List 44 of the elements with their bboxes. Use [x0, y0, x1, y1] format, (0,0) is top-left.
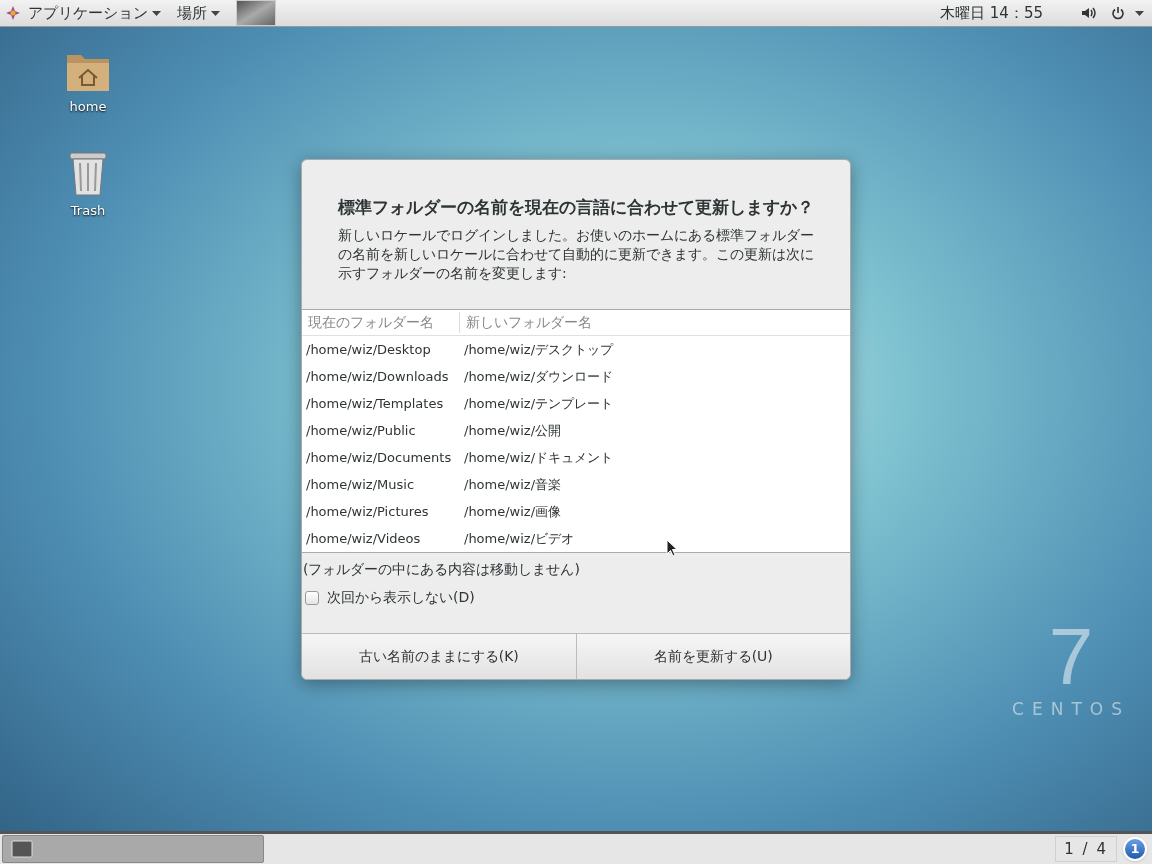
caret-icon: [152, 10, 161, 16]
branding-name: CENTOS: [1012, 698, 1130, 721]
clock[interactable]: 木曜日 14：55: [940, 1, 1043, 25]
volume-icon[interactable]: [1081, 6, 1097, 20]
table-cell-text: /home/wiz/Documents: [305, 448, 453, 467]
places-menu[interactable]: 場所: [169, 0, 228, 26]
table-cell-text: /home/wiz/Pictures: [305, 502, 430, 521]
note-text: (フォルダーの中にある内容は移動しません): [302, 560, 581, 579]
table-cell-text: /home/wiz/Videos: [305, 529, 422, 548]
logo-icon: [6, 6, 20, 20]
dialog-button[interactable]: 古い名前のままにする(K): [302, 634, 577, 679]
column-header[interactable]: 新しいフォルダー名: [460, 312, 598, 333]
caret-icon: [211, 10, 220, 16]
taskbar-button[interactable]: [2, 835, 264, 863]
table-cell-text: /home/wiz/Downloads: [305, 367, 450, 386]
table-cell-text: /home/wiz/音楽: [463, 475, 562, 494]
table-cell-text: /home/wiz/ダウンロード: [463, 367, 614, 386]
window-thumbnail[interactable]: [236, 0, 276, 26]
dialog-button[interactable]: 名前を更新する(U): [576, 634, 850, 679]
table-cell-text: /home/wiz/ドキュメント: [463, 448, 614, 467]
table-cell-text: /home/wiz/Public: [305, 421, 417, 440]
table-cell-text: /home/wiz/Templates: [305, 394, 445, 413]
table-cell-text: /home/wiz/ビデオ: [463, 529, 575, 548]
desktop-icon-label[interactable]: Trash: [70, 201, 106, 221]
checkbox-label: 次回から表示しない(D): [327, 588, 475, 607]
applications-menu[interactable]: アプリケーション: [0, 0, 169, 26]
table-cell-text: /home/wiz/デスクトップ: [463, 340, 614, 359]
workspace-switcher[interactable]: 1 / 4: [1055, 836, 1117, 862]
table-cell-text: /home/wiz/Music: [305, 475, 416, 494]
dialog-title: 標準フォルダーの名前を現在の言語に合わせて更新しますか？: [337, 196, 815, 219]
branding-number: 7: [1048, 617, 1094, 697]
window-icon: [11, 840, 33, 858]
trash-icon[interactable]: [68, 151, 108, 197]
power-icon[interactable]: [1111, 6, 1125, 20]
table-cell-text: /home/wiz/テンプレート: [463, 394, 614, 413]
column-header[interactable]: 現在のフォルダー名: [302, 312, 460, 333]
checkbox[interactable]: [305, 590, 319, 605]
caret-icon: [1135, 10, 1144, 16]
desktop-icon-label[interactable]: home: [69, 97, 107, 117]
notification-badge[interactable]: 1: [1123, 837, 1147, 861]
dialog-message: 新しいロケールでログインしました。お使いのホームにある標準フォルダーの名前を新しいロケールに合わせて自動的に更新できます。この更新は次に示すフォルダーの名前を変更します:: [337, 226, 815, 283]
table-cell-text: /home/wiz/公開: [463, 421, 562, 440]
table-cell-text: /home/wiz/Desktop: [305, 340, 432, 359]
table-cell-text: /home/wiz/画像: [463, 502, 562, 521]
